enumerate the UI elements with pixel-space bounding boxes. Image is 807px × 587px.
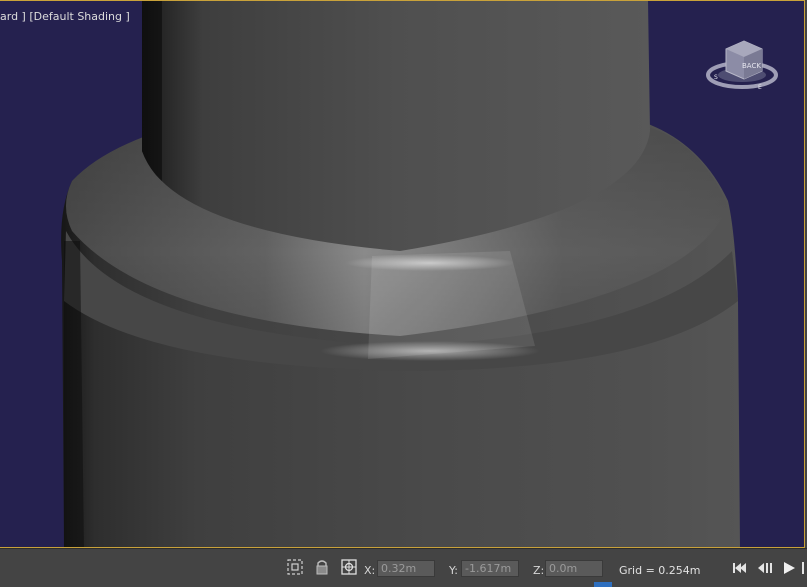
status-bar: X: 0.32m Y: -1.617m Z: 0.0m Grid = 0.254… bbox=[0, 548, 807, 587]
viewcube-back-label: BACK bbox=[742, 62, 761, 70]
viewcube-icon[interactable]: BACK S E bbox=[704, 39, 782, 97]
lock-icon[interactable] bbox=[313, 558, 331, 576]
x-coord-label: X: bbox=[364, 564, 376, 577]
x-coord-input[interactable]: 0.32m bbox=[377, 560, 435, 577]
z-coord-label: Z: bbox=[533, 564, 545, 577]
z-coord-input[interactable]: 0.0m bbox=[545, 560, 603, 577]
previous-frame-icon[interactable] bbox=[755, 560, 773, 576]
grid-size-readout: Grid = 0.254m bbox=[619, 564, 701, 577]
viewport-label[interactable]: ard ] [Default Shading ] bbox=[0, 10, 130, 23]
cylinder-model bbox=[61, 1, 740, 547]
selection-region-icon[interactable] bbox=[286, 558, 304, 576]
play-icon[interactable] bbox=[780, 560, 798, 576]
key-indicator bbox=[594, 582, 612, 587]
absolute-mode-icon[interactable] bbox=[340, 558, 358, 576]
next-frame-icon[interactable] bbox=[802, 562, 804, 574]
viewport[interactable]: ard ] [Default Shading ] BACK S E bbox=[0, 0, 805, 548]
y-coord-input[interactable]: -1.617m bbox=[461, 560, 519, 577]
svg-text:E: E bbox=[758, 84, 762, 91]
svg-text:S: S bbox=[714, 74, 718, 81]
go-to-start-icon[interactable] bbox=[730, 560, 748, 576]
y-coord-label: Y: bbox=[449, 564, 458, 577]
